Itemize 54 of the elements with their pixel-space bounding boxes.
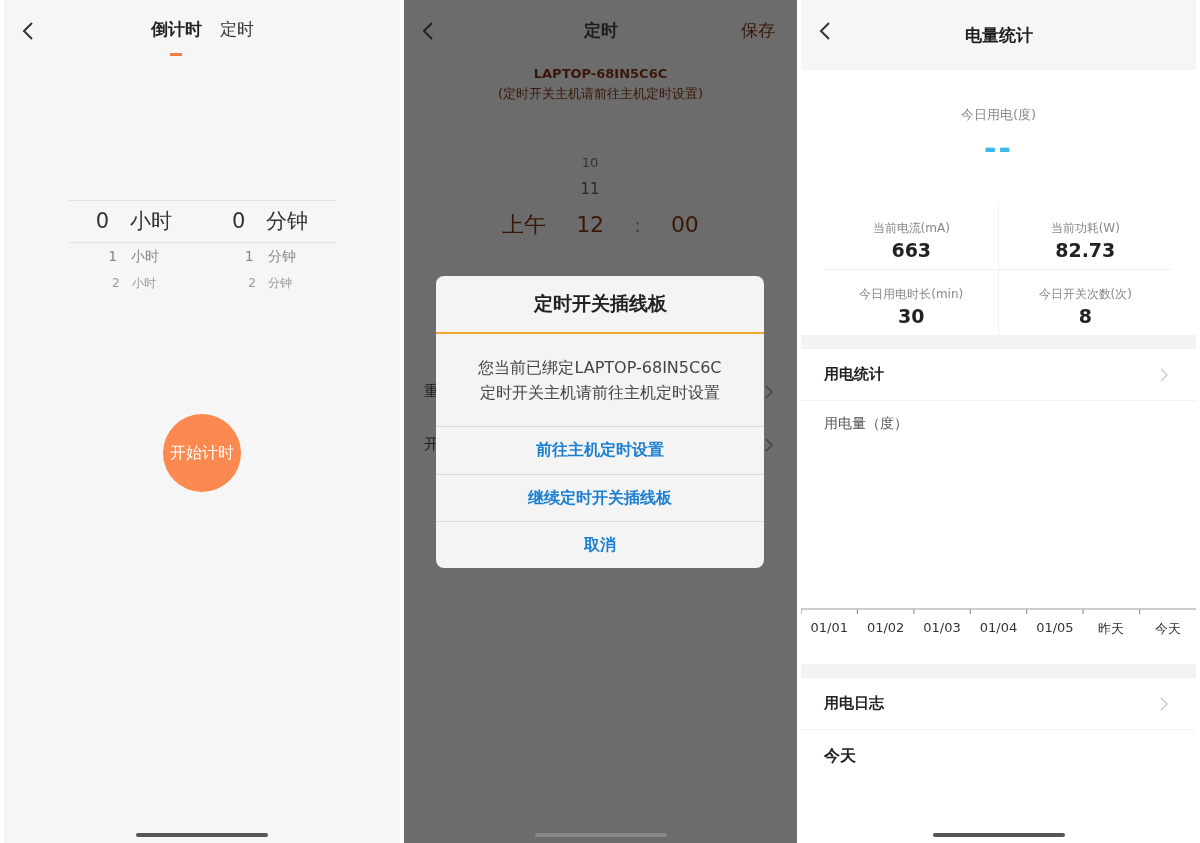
back-icon[interactable] [22, 21, 34, 41]
dialog-action[interactable]: 取消 [436, 521, 764, 568]
log-day: 今天 [801, 730, 1196, 787]
picker-option[interactable]: 1 分钟 [244, 242, 296, 272]
chevron-icon [765, 437, 773, 452]
metric-label: 今日用电时长(min) [859, 286, 964, 303]
metric-value: 30 [898, 305, 925, 327]
metric-label: 当前电流(mA) [872, 220, 950, 237]
metric-value: 82.73 [1055, 239, 1116, 261]
hour-option[interactable]: 10 [581, 153, 599, 173]
chevron-icon [1160, 367, 1168, 382]
time-separator: : [634, 212, 641, 239]
start-timer-button[interactable]: 开始计时 [163, 414, 241, 492]
chart-label: 用电量（度） [823, 414, 909, 433]
dialog-message: 您当前已绑定LAPTOP-68IN5C6C [478, 358, 722, 379]
picker-option[interactable]: 0 分钟 [232, 200, 309, 242]
metric-label: 今日开关次数(次) [1038, 286, 1132, 303]
dialog-message: 定时开关主机请前往主机定时设置 [480, 383, 720, 404]
device-name: LAPTOP-68IN5C6C [532, 66, 669, 81]
picker-option[interactable]: 2 分钟 [248, 272, 292, 294]
axis-label: 今天 [1153, 620, 1182, 638]
tab[interactable]: 定时 [219, 18, 254, 60]
usage-log-row[interactable]: 用电日志 [801, 678, 1196, 730]
page-title: 定时 [583, 18, 618, 42]
chevron-icon [765, 384, 773, 399]
chevron-icon [1160, 696, 1168, 711]
usage-stats-row[interactable]: 用电统计 [801, 349, 1196, 401]
picker-option[interactable]: 0 小时 [95, 200, 172, 242]
setting-label: 开 [424, 435, 439, 454]
hour-option[interactable]: 11 [580, 173, 600, 205]
save-button[interactable]: 保存 [741, 19, 775, 42]
back-icon[interactable] [819, 21, 831, 41]
axis-label: 01/02 [865, 619, 906, 637]
dialog-action[interactable]: 前往主机定时设置 [436, 427, 764, 474]
axis-label: 01/01 [809, 619, 849, 637]
axis-label: 昨天 [1097, 620, 1126, 638]
axis-label: 01/05 [1035, 619, 1075, 637]
page-title: 电量统计 [964, 23, 1033, 47]
dialog-title: 定时开关插线板 [436, 276, 764, 334]
device-note: (定时开关主机请前往主机定时设置) [496, 85, 705, 103]
picker-option[interactable]: 2 小时 [112, 272, 156, 294]
tab[interactable]: 倒计时 [150, 18, 202, 60]
dialog-action[interactable]: 继续定时开关插线板 [436, 474, 764, 521]
hour-option[interactable]: 12 [576, 205, 605, 245]
today-usage-value: -- [984, 134, 1013, 164]
period-option[interactable]: 上午 [502, 205, 547, 245]
axis-label: 01/03 [922, 619, 962, 637]
axis-label: 01/04 [978, 619, 1019, 637]
metric-label: 当前功耗(W) [1050, 220, 1120, 237]
minute-option[interactable]: 00 [670, 205, 699, 245]
metric-value: 663 [891, 239, 932, 261]
today-usage-label: 今日用电(度) [960, 106, 1037, 124]
metric-value: 8 [1078, 305, 1092, 327]
picker-option[interactable]: 1 小时 [108, 242, 160, 272]
